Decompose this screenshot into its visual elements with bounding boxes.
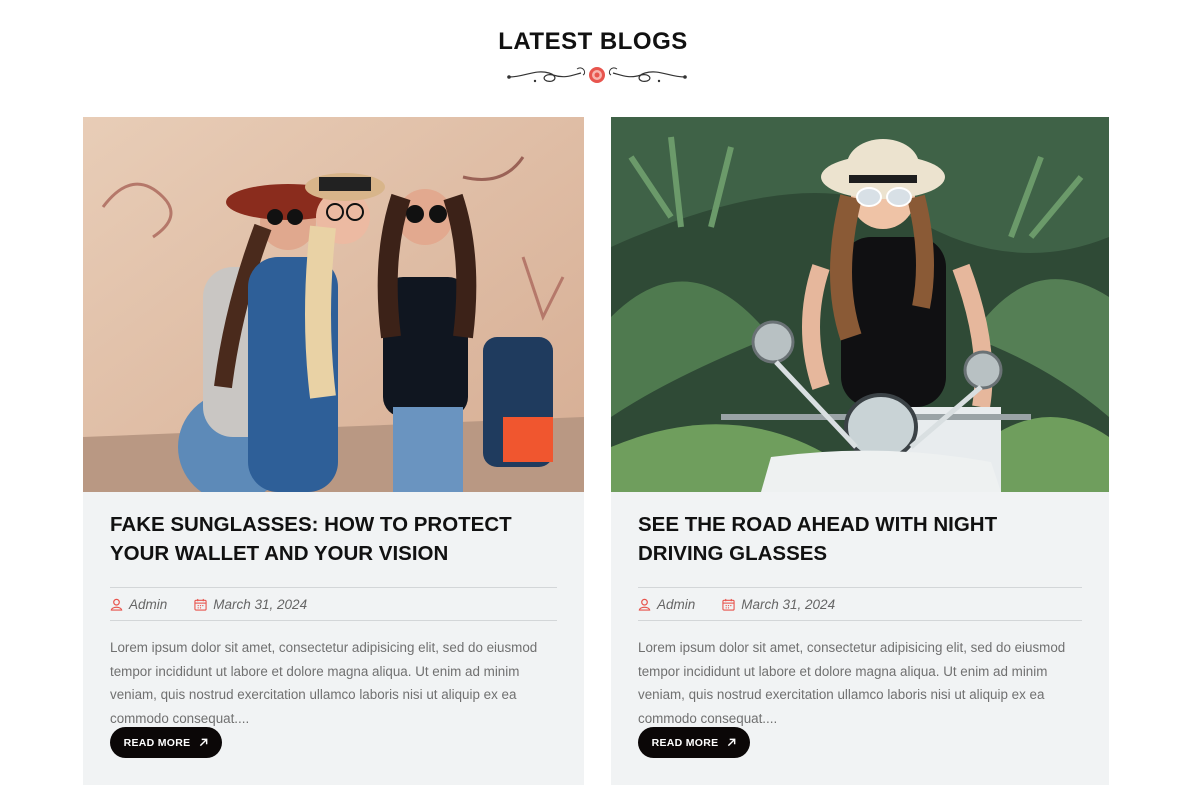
three-women-sunglasses-photo-icon: [83, 117, 584, 492]
section-title: LATEST BLOGS: [498, 28, 688, 55]
blog-image[interactable]: [83, 117, 584, 492]
post-date: March 31, 2024: [213, 596, 308, 612]
user-icon: [110, 598, 123, 611]
author-meta[interactable]: Admin: [110, 597, 167, 612]
blog-title[interactable]: FAKE SUNGLASSES: HOW TO PROTECT YOUR WAL…: [110, 510, 560, 568]
post-date: March 31, 2024: [741, 596, 836, 612]
blog-meta: Admin March 31, 2024: [110, 587, 557, 621]
blog-card: FAKE SUNGLASSES: HOW TO PROTECT YOUR WAL…: [83, 117, 584, 785]
arrow-up-right-icon: [728, 738, 736, 747]
calendar-icon: [194, 598, 207, 611]
date-meta: March 31, 2024: [722, 597, 835, 612]
author-meta[interactable]: Admin: [638, 597, 695, 612]
user-icon: [638, 598, 651, 611]
read-more-label: READ MORE: [123, 736, 191, 749]
blog-meta: Admin March 31, 2024: [638, 587, 1082, 621]
author-name: Admin: [657, 596, 696, 612]
blog-title[interactable]: SEE THE ROAD AHEAD WITH NIGHT DRIVING GL…: [638, 510, 1085, 568]
ornament-divider-icon: [507, 67, 687, 83]
blog-excerpt: Lorem ipsum dolor sit amet, consectetur …: [638, 640, 1066, 726]
calendar-icon: [722, 598, 735, 611]
woman-on-scooter-photo-icon: [611, 117, 1109, 492]
date-meta: March 31, 2024: [194, 597, 307, 612]
arrow-up-right-icon: [200, 738, 208, 747]
blog-image[interactable]: [611, 117, 1109, 492]
read-more-label: READ MORE: [651, 736, 719, 749]
author-name: Admin: [129, 596, 168, 612]
blog-excerpt: Lorem ipsum dolor sit amet, consectetur …: [110, 640, 538, 726]
read-more-button[interactable]: READ MORE: [638, 727, 750, 758]
blog-card: SEE THE ROAD AHEAD WITH NIGHT DRIVING GL…: [611, 117, 1109, 785]
read-more-button[interactable]: READ MORE: [110, 727, 222, 758]
